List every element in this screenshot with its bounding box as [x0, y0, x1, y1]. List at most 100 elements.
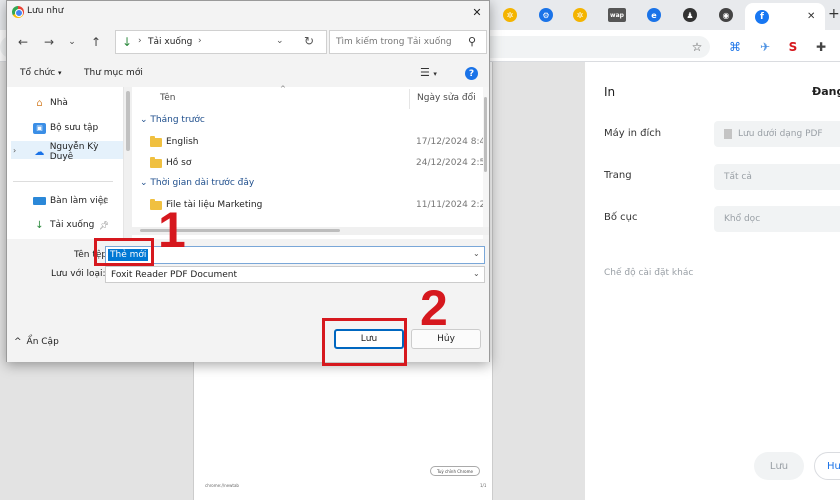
bird-extension-icon[interactable]: ✈	[756, 38, 774, 56]
nav-item-downloads[interactable]: ↓ Tải xuống	[33, 217, 94, 233]
destination-value: Lưu dưới dạng PDF	[738, 129, 823, 139]
pages-select[interactable]: Tất cả	[714, 164, 840, 190]
list-item[interactable]: Hồ sơ 24/12/2024 2:51	[150, 156, 490, 170]
chevron-right-icon: ›	[138, 36, 142, 46]
layout-label: Bố cục	[604, 212, 638, 223]
refresh-icon[interactable]: ↻	[304, 34, 314, 48]
pdf-file-icon	[724, 129, 732, 139]
chrome-icon: ◉	[719, 8, 733, 22]
print-cancel-button[interactable]: Hu	[814, 452, 840, 480]
tab-hat[interactable]: ♟	[677, 5, 703, 25]
translate-icon[interactable]: ⌘	[726, 38, 744, 56]
up-arrow-icon[interactable]: ↑	[89, 35, 103, 49]
filetype-label: Lưu với loại:	[51, 269, 106, 279]
recent-chevron-icon[interactable]: ⌄	[65, 35, 79, 49]
file-date: 24/12/2024 2:51	[416, 158, 488, 168]
chevron-right-icon[interactable]: ›	[198, 36, 202, 46]
back-arrow-icon[interactable]: ←	[16, 35, 30, 49]
address-location[interactable]: Tải xuống	[148, 37, 192, 47]
download-icon: ↓	[35, 219, 44, 231]
group-label: Tháng trước	[150, 115, 205, 125]
more-settings-toggle[interactable]: Chế độ cài đặt khác	[604, 268, 693, 278]
cloud-icon: ☁	[34, 146, 45, 158]
tab-close-icon[interactable]: ✕	[807, 11, 815, 22]
layout-select[interactable]: Khổ dọc	[714, 206, 840, 232]
chrome-icon	[12, 6, 24, 18]
print-page-count: Đang	[812, 85, 840, 98]
group-label: Thời gian dài trước đây	[150, 178, 255, 188]
nav-item-home[interactable]: ⌂ Nhà	[33, 95, 68, 111]
destination-label: Máy in đích	[604, 128, 662, 139]
new-tab-icon[interactable]: +	[828, 6, 840, 22]
tab-pinwheel-2[interactable]: ✲	[567, 5, 593, 25]
file-list-scrollbar-thumb[interactable]	[484, 97, 487, 172]
organize-menu[interactable]: Tổ chức ▾	[20, 68, 62, 78]
column-header-name[interactable]: Tên	[160, 93, 175, 103]
view-options-icon[interactable]: ☰ ▾	[420, 66, 437, 79]
print-save-button[interactable]: Lưu	[754, 452, 804, 480]
chevron-down-icon: ⌄	[140, 115, 148, 125]
hide-folders-label: Ẩn Cập	[26, 337, 59, 347]
file-date: 17/12/2024 8:40	[416, 137, 488, 147]
search-input[interactable]: Tìm kiếm trong Tải xuống ⚲	[329, 30, 487, 54]
pinwheel-icon: ✲	[573, 8, 587, 22]
page-footer-number: 1/1	[480, 483, 487, 488]
folder-icon	[150, 135, 162, 147]
new-folder-button[interactable]: Thư mục mới	[84, 68, 143, 78]
nav-item-gallery[interactable]: ▣ Bộ sưu tập	[33, 120, 98, 136]
home-icon: ⌂	[36, 97, 43, 109]
customize-chrome-chip: Tuỳ chỉnh Chrome	[430, 466, 480, 476]
save-as-dialog: Lưu như ✕ ← → ⌄ ↑ ↓ › Tải xuống › ⌄ ↻ Tì…	[6, 0, 490, 362]
forward-arrow-icon[interactable]: →	[42, 35, 56, 49]
chevron-up-icon: ^	[14, 337, 22, 347]
nav-item-label: Nhà	[50, 98, 68, 108]
pinwheel-icon: ✲	[503, 8, 517, 22]
pin-icon[interactable]: 📌︎	[99, 221, 109, 230]
wap-icon: wap	[608, 8, 626, 22]
destination-select[interactable]: Lưu dưới dạng PDF	[714, 121, 840, 147]
list-item[interactable]: File tài liệu Marketing 11/11/2024 2:27	[150, 198, 490, 212]
chevron-down-icon[interactable]: ⌄	[276, 36, 284, 46]
dialog-titlebar[interactable]: Lưu như ✕	[7, 1, 489, 23]
nav-item-label: Tải xuống	[50, 220, 95, 230]
file-name: English	[166, 137, 199, 147]
chevron-down-icon[interactable]: ⌄	[473, 249, 480, 258]
gallery-icon: ▣	[33, 122, 46, 134]
extension-puzzle-icon[interactable]: ✚	[812, 38, 830, 56]
filetype-value: Foxit Reader PDF Document	[111, 270, 238, 280]
group-header-long-ago[interactable]: ⌄ Thời gian dài trước đây	[140, 178, 254, 188]
tab-pinwheel[interactable]: ✲	[497, 5, 523, 25]
close-icon[interactable]: ✕	[469, 4, 485, 20]
annotation-step-1: 1	[158, 202, 186, 258]
column-separator[interactable]	[409, 89, 410, 109]
column-header-date[interactable]: Ngày sửa đổi	[417, 93, 476, 103]
tab-wap[interactable]: wap	[604, 5, 630, 25]
tab-circle-logo[interactable]: e	[641, 5, 667, 25]
nav-item-desktop[interactable]: Bàn làm việc	[33, 193, 108, 209]
seo-extension-icon[interactable]: S	[784, 38, 802, 56]
chevron-down-icon[interactable]: ⌄	[473, 269, 480, 278]
tab-active[interactable]: f ✕	[745, 3, 825, 30]
sort-up-icon: ^	[280, 85, 286, 93]
dialog-navbar: ← → ⌄ ↑ ↓ › Tải xuống › ⌄ ↻ Tìm kiếm tro…	[7, 23, 489, 61]
facebook-icon: f	[755, 9, 769, 24]
nav-scrollbar-thumb[interactable]	[126, 91, 130, 151]
expand-chevron-icon[interactable]: ›	[13, 146, 16, 155]
nav-item-onedrive[interactable]: ☁ Nguyễn Kỳ Duyê	[33, 142, 123, 162]
group-header-last-month[interactable]: ⌄ Tháng trước	[140, 115, 205, 125]
tab-chrome[interactable]: ◉	[713, 5, 739, 25]
nav-divider	[13, 181, 113, 182]
dialog-footer: ^ Ẩn Cập Lưu Hủy	[7, 299, 489, 362]
pin-icon[interactable]: 📌︎	[99, 197, 109, 206]
address-bar[interactable]: ↓ › Tải xuống › ⌄ ↻	[115, 30, 327, 54]
annotation-box-filename	[94, 238, 154, 266]
dialog-title: Lưu như	[27, 6, 64, 16]
annotation-step-2: 2	[420, 280, 448, 336]
list-item[interactable]: English 17/12/2024 8:40	[150, 135, 490, 149]
tab-gear[interactable]: ⚙	[533, 5, 559, 25]
organize-label: Tổ chức	[20, 68, 56, 78]
help-icon[interactable]: ?	[465, 67, 478, 80]
search-icon: ⚲	[468, 35, 477, 48]
star-icon[interactable]: ☆	[688, 38, 706, 56]
hide-folders-toggle[interactable]: ^ Ẩn Cập	[14, 337, 59, 347]
